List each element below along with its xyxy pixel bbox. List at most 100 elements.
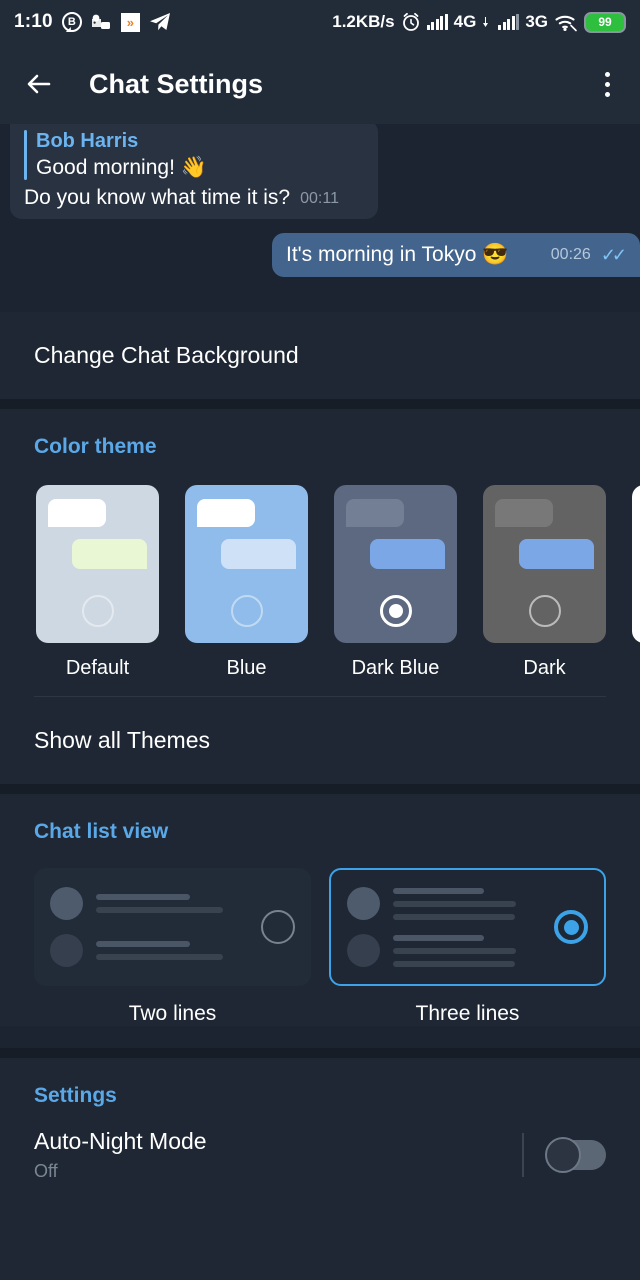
text-line bbox=[96, 941, 190, 947]
auto-night-mode-value: Off bbox=[34, 1161, 58, 1181]
settings-title: Settings bbox=[34, 1084, 117, 1107]
preview-outgoing-bubble bbox=[72, 539, 147, 569]
chat-list-option-label: Two lines bbox=[128, 1002, 217, 1025]
app-bar: Chat Settings bbox=[0, 44, 640, 124]
reply-text: Good morning! 👋 bbox=[36, 156, 207, 179]
outgoing-message-bubble: It's morning in Tokyo 😎 00:26 ✓✓ bbox=[272, 233, 640, 278]
telegram-icon bbox=[149, 12, 171, 32]
show-all-themes-button[interactable]: Show all Themes bbox=[0, 697, 640, 784]
preview-outgoing-bubble bbox=[370, 539, 445, 569]
page-title: Chat Settings bbox=[89, 68, 264, 99]
theme-option-default[interactable]: Default bbox=[36, 485, 159, 680]
preview-row bbox=[347, 887, 540, 920]
theme-radio-selected[interactable] bbox=[379, 595, 412, 627]
change-background-section: Change Chat Background bbox=[0, 312, 640, 399]
chat-list-view-title: Chat list view bbox=[34, 820, 169, 843]
preview-rows bbox=[347, 887, 540, 967]
status-bar-left: 1:10 B » bbox=[14, 11, 171, 33]
b-circle-icon: B bbox=[61, 12, 82, 32]
signal-bars-sim2-icon bbox=[498, 14, 520, 30]
text-line bbox=[393, 947, 517, 954]
outgoing-message-text: It's morning in Tokyo 😎 bbox=[286, 243, 509, 267]
chat-list-option-three-lines[interactable]: Three lines bbox=[329, 868, 606, 1026]
auto-night-mode-toggle[interactable] bbox=[545, 1137, 606, 1173]
text-line bbox=[393, 934, 485, 941]
status-bar-right: 1.2KB/s 4G 3G 99 bbox=[332, 11, 626, 33]
preview-incoming-bubble bbox=[346, 499, 404, 527]
theme-label: Dark Blue bbox=[351, 657, 440, 679]
double-check-icon: ✓✓ bbox=[600, 244, 627, 265]
theme-carousel[interactable]: Default Blue Dark Blue Dark bbox=[0, 465, 640, 680]
theme-radio[interactable] bbox=[230, 595, 263, 627]
chat-list-option-label: Three lines bbox=[415, 1002, 520, 1025]
text-line bbox=[96, 954, 223, 960]
preview-incoming-bubble bbox=[495, 499, 553, 527]
chat-list-radio-selected[interactable] bbox=[554, 910, 588, 944]
text-line bbox=[393, 913, 515, 920]
theme-preview-card[interactable] bbox=[632, 485, 640, 643]
preview-incoming-bubble bbox=[48, 499, 106, 527]
preview-row bbox=[50, 934, 247, 967]
theme-preview-card[interactable] bbox=[334, 485, 457, 643]
text-line bbox=[393, 900, 517, 907]
preview-row bbox=[347, 934, 540, 967]
text-lines bbox=[96, 941, 247, 960]
text-lines bbox=[393, 887, 540, 920]
theme-label: Dark bbox=[523, 657, 566, 679]
incoming-message-row: Do you know what time it is? 00:11 bbox=[24, 186, 364, 210]
section-gap bbox=[0, 784, 640, 794]
change-chat-background-button[interactable]: Change Chat Background bbox=[0, 312, 640, 399]
preview-row bbox=[50, 887, 247, 920]
two-lines-preview-card[interactable] bbox=[34, 868, 311, 986]
preview-outgoing-bubble bbox=[519, 539, 594, 569]
theme-option-dark[interactable]: Dark bbox=[483, 485, 606, 680]
back-arrow-icon[interactable] bbox=[22, 67, 56, 101]
chevrons-right-icon: » bbox=[120, 12, 140, 32]
theme-option-blue[interactable]: Blue bbox=[185, 485, 308, 680]
theme-preview-card[interactable] bbox=[185, 485, 308, 643]
wifi-icon bbox=[554, 13, 578, 32]
theme-option-dark-blue[interactable]: Dark Blue bbox=[334, 485, 457, 680]
section-gap bbox=[0, 1048, 640, 1058]
chat-list-option-two-lines[interactable]: Two lines bbox=[34, 868, 311, 1026]
auto-night-mode-label: Auto-Night Mode bbox=[34, 1128, 207, 1154]
chat-list-radio[interactable] bbox=[261, 910, 295, 944]
text-line bbox=[393, 960, 515, 967]
battery-indicator: 99 bbox=[584, 11, 626, 33]
avatar bbox=[347, 887, 380, 920]
network-speed: 1.2KB/s bbox=[332, 12, 395, 31]
theme-preview-card[interactable] bbox=[483, 485, 606, 643]
status-time: 1:10 bbox=[14, 11, 53, 32]
theme-radio[interactable] bbox=[81, 595, 114, 627]
color-theme-title: Color theme bbox=[34, 435, 157, 458]
status-bar: 1:10 B » 1.2KB/s 4G 3G 99 bbox=[0, 0, 640, 44]
auto-night-mode-texts: Auto-Night Mode Off bbox=[34, 1128, 522, 1182]
network-type-sim2: 3G bbox=[525, 12, 548, 31]
three-lines-preview-card[interactable] bbox=[329, 868, 606, 986]
game-controller-icon bbox=[91, 14, 112, 31]
outgoing-message-time: 00:26 bbox=[550, 246, 591, 264]
incoming-message-time: 00:11 bbox=[300, 190, 339, 208]
network-type-sim1: 4G bbox=[453, 12, 477, 31]
text-lines bbox=[393, 934, 540, 967]
preview-rows bbox=[50, 887, 247, 967]
theme-radio[interactable] bbox=[528, 595, 561, 627]
text-line bbox=[96, 894, 190, 900]
preview-outgoing-bubble bbox=[221, 539, 296, 569]
theme-preview-card[interactable] bbox=[36, 485, 159, 643]
auto-night-mode-row[interactable]: Auto-Night Mode Off bbox=[0, 1114, 640, 1182]
theme-option-next[interactable] bbox=[632, 485, 640, 680]
avatar bbox=[50, 887, 83, 920]
chat-preview: Bob Harris Good morning! 👋 Do you know w… bbox=[0, 124, 640, 312]
more-vertical-icon[interactable] bbox=[597, 64, 618, 105]
toggle-knob bbox=[545, 1137, 581, 1173]
signal-bars-sim1-icon bbox=[426, 14, 448, 30]
data-transfer-icon bbox=[482, 15, 492, 29]
theme-label: Default bbox=[65, 657, 130, 679]
avatar bbox=[347, 934, 380, 967]
text-line bbox=[393, 887, 485, 894]
reply-quote: Bob Harris Good morning! 👋 bbox=[24, 128, 364, 182]
section-gap bbox=[0, 399, 640, 409]
chat-list-view-section: Chat list view Two lines Three lines bbox=[0, 794, 640, 1026]
reply-accent-bar bbox=[24, 130, 27, 181]
